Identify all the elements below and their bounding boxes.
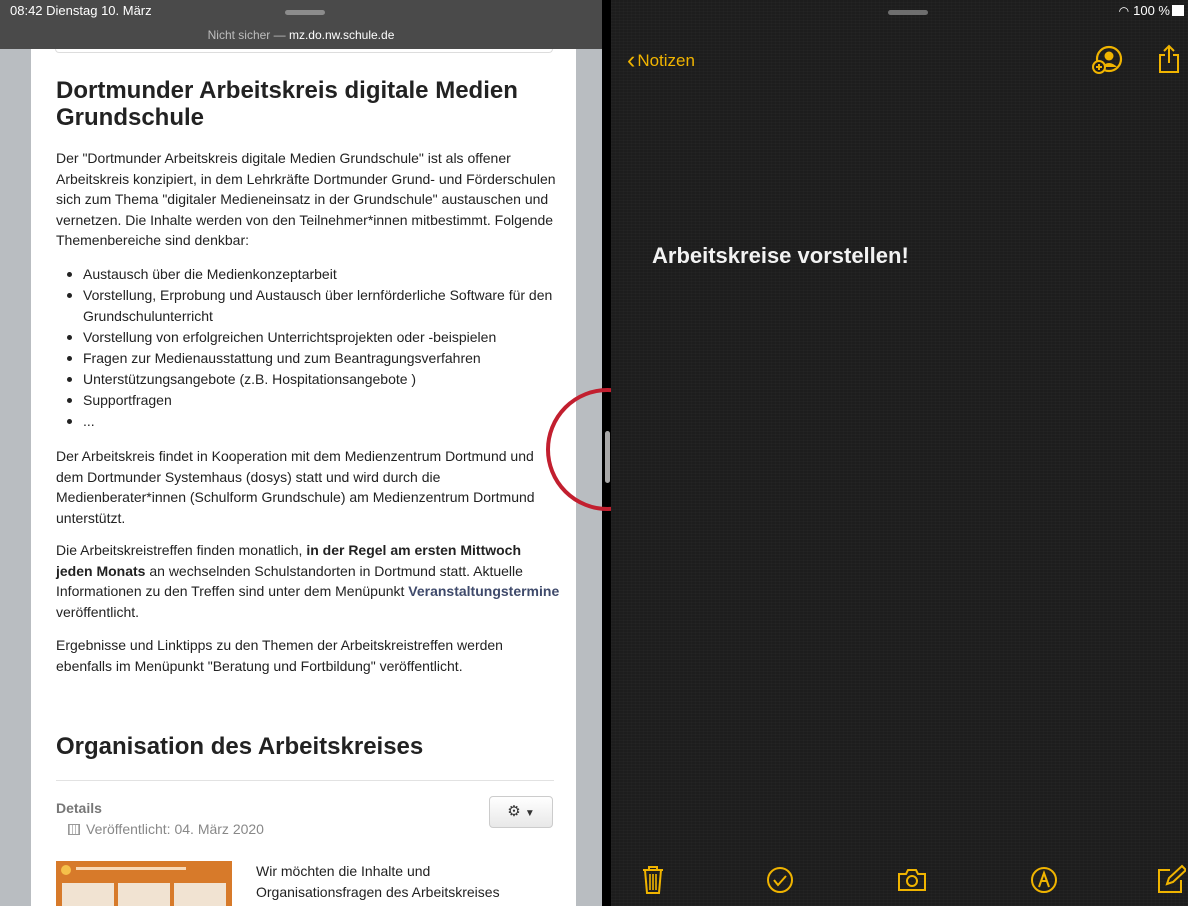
- share-icon[interactable]: [1157, 44, 1181, 74]
- battery-icon: [1172, 5, 1184, 16]
- note-title[interactable]: Arbeitskreise vorstellen!: [652, 243, 909, 269]
- list-item: Austausch über die Medienkonzeptarbeit: [56, 264, 561, 285]
- list-item: Fragen zur Medienausstattung und zum Bea…: [56, 348, 561, 369]
- back-to-notes-button[interactable]: ‹ Notizen: [627, 46, 695, 75]
- article-thumbnail[interactable]: [56, 861, 232, 906]
- article-intro: Der "Dortmunder Arbeitskreis digitale Me…: [56, 150, 556, 248]
- list-item: Vorstellung von erfolgreichen Unterricht…: [56, 327, 561, 348]
- page-top-border: [55, 49, 553, 53]
- back-label: Notizen: [637, 51, 695, 70]
- list-item: Unterstützungsangebote (z.B. Hospitation…: [56, 369, 561, 390]
- compose-icon[interactable]: [1156, 864, 1186, 896]
- caret-down-icon: ▼: [524, 808, 535, 819]
- topic-list: Austausch über die Medienkonzeptarbeit V…: [56, 264, 561, 432]
- details-label: Details: [56, 800, 102, 816]
- logo-icon: [61, 865, 71, 875]
- notes-pane: ◠ 100 % ‹ Notizen Arbeitskreise vorstellen…: [611, 0, 1188, 906]
- url-domain: mz.do.nw.schule.de: [288, 28, 395, 42]
- status-time: 08:42 Dienstag 10. März: [10, 3, 152, 18]
- web-page: Dortmunder Arbeitskreis digitale Medien …: [31, 49, 576, 906]
- article-tools-button[interactable]: ⚙ ▼: [489, 796, 553, 828]
- article-title: Dortmunder Arbeitskreis digitale Medien …: [56, 77, 518, 131]
- checklist-icon[interactable]: [765, 864, 795, 896]
- trash-icon[interactable]: [638, 864, 668, 896]
- article-paragraph-results: Ergebnisse und Linktipps zu den Themen d…: [56, 637, 503, 674]
- chevron-left-icon: ‹: [627, 46, 636, 74]
- list-item: ...: [56, 411, 561, 432]
- safari-pane: 08:42 Dienstag 10. März Nicht sicher — m…: [0, 0, 602, 906]
- section-intro: Wir möchten die Inhalte und Organisation…: [256, 863, 500, 900]
- list-item: Supportfragen: [56, 390, 561, 411]
- calendar-icon: [68, 824, 80, 835]
- add-person-icon[interactable]: [1091, 45, 1123, 75]
- address-bar[interactable]: Nicht sicher — mz.do.nw.schule.de: [0, 28, 602, 42]
- thumbnail-columns: [62, 883, 226, 906]
- article-paragraph-meetings: Die Arbeitskreistreffen finden monatlich…: [56, 540, 561, 622]
- section-title: Organisation des Arbeitskreises: [56, 733, 424, 760]
- divider: [56, 780, 554, 781]
- list-item: Vorstellung, Erprobung und Austausch übe…: [56, 285, 561, 327]
- camera-icon[interactable]: [897, 864, 927, 896]
- multitasking-handle[interactable]: [285, 10, 325, 15]
- thumbnail-title-bar: [76, 867, 186, 870]
- status-indicators: ◠ 100 %: [1119, 3, 1184, 18]
- veranstaltungstermine-link[interactable]: Veranstaltungstermine: [408, 583, 559, 599]
- safari-status-bar: 08:42 Dienstag 10. März Nicht sicher — m…: [0, 0, 602, 49]
- wifi-icon: ◠: [1118, 4, 1130, 18]
- gear-icon: ⚙: [507, 803, 521, 820]
- markup-icon[interactable]: [1029, 864, 1059, 896]
- text-span: Die Arbeitskreistreffen finden monatlich…: [56, 542, 307, 558]
- url-security-note: Nicht sicher —: [207, 28, 289, 42]
- text-span: veröffentlicht.: [56, 603, 140, 620]
- battery-percent: 100 %: [1133, 3, 1170, 18]
- published-text: Veröffentlicht: 04. März 2020: [86, 821, 264, 837]
- multitasking-handle[interactable]: [888, 10, 928, 15]
- published-date: Veröffentlicht: 04. März 2020: [56, 821, 264, 837]
- article-paragraph-cooperation: Der Arbeitskreis findet in Kooperation m…: [56, 448, 535, 526]
